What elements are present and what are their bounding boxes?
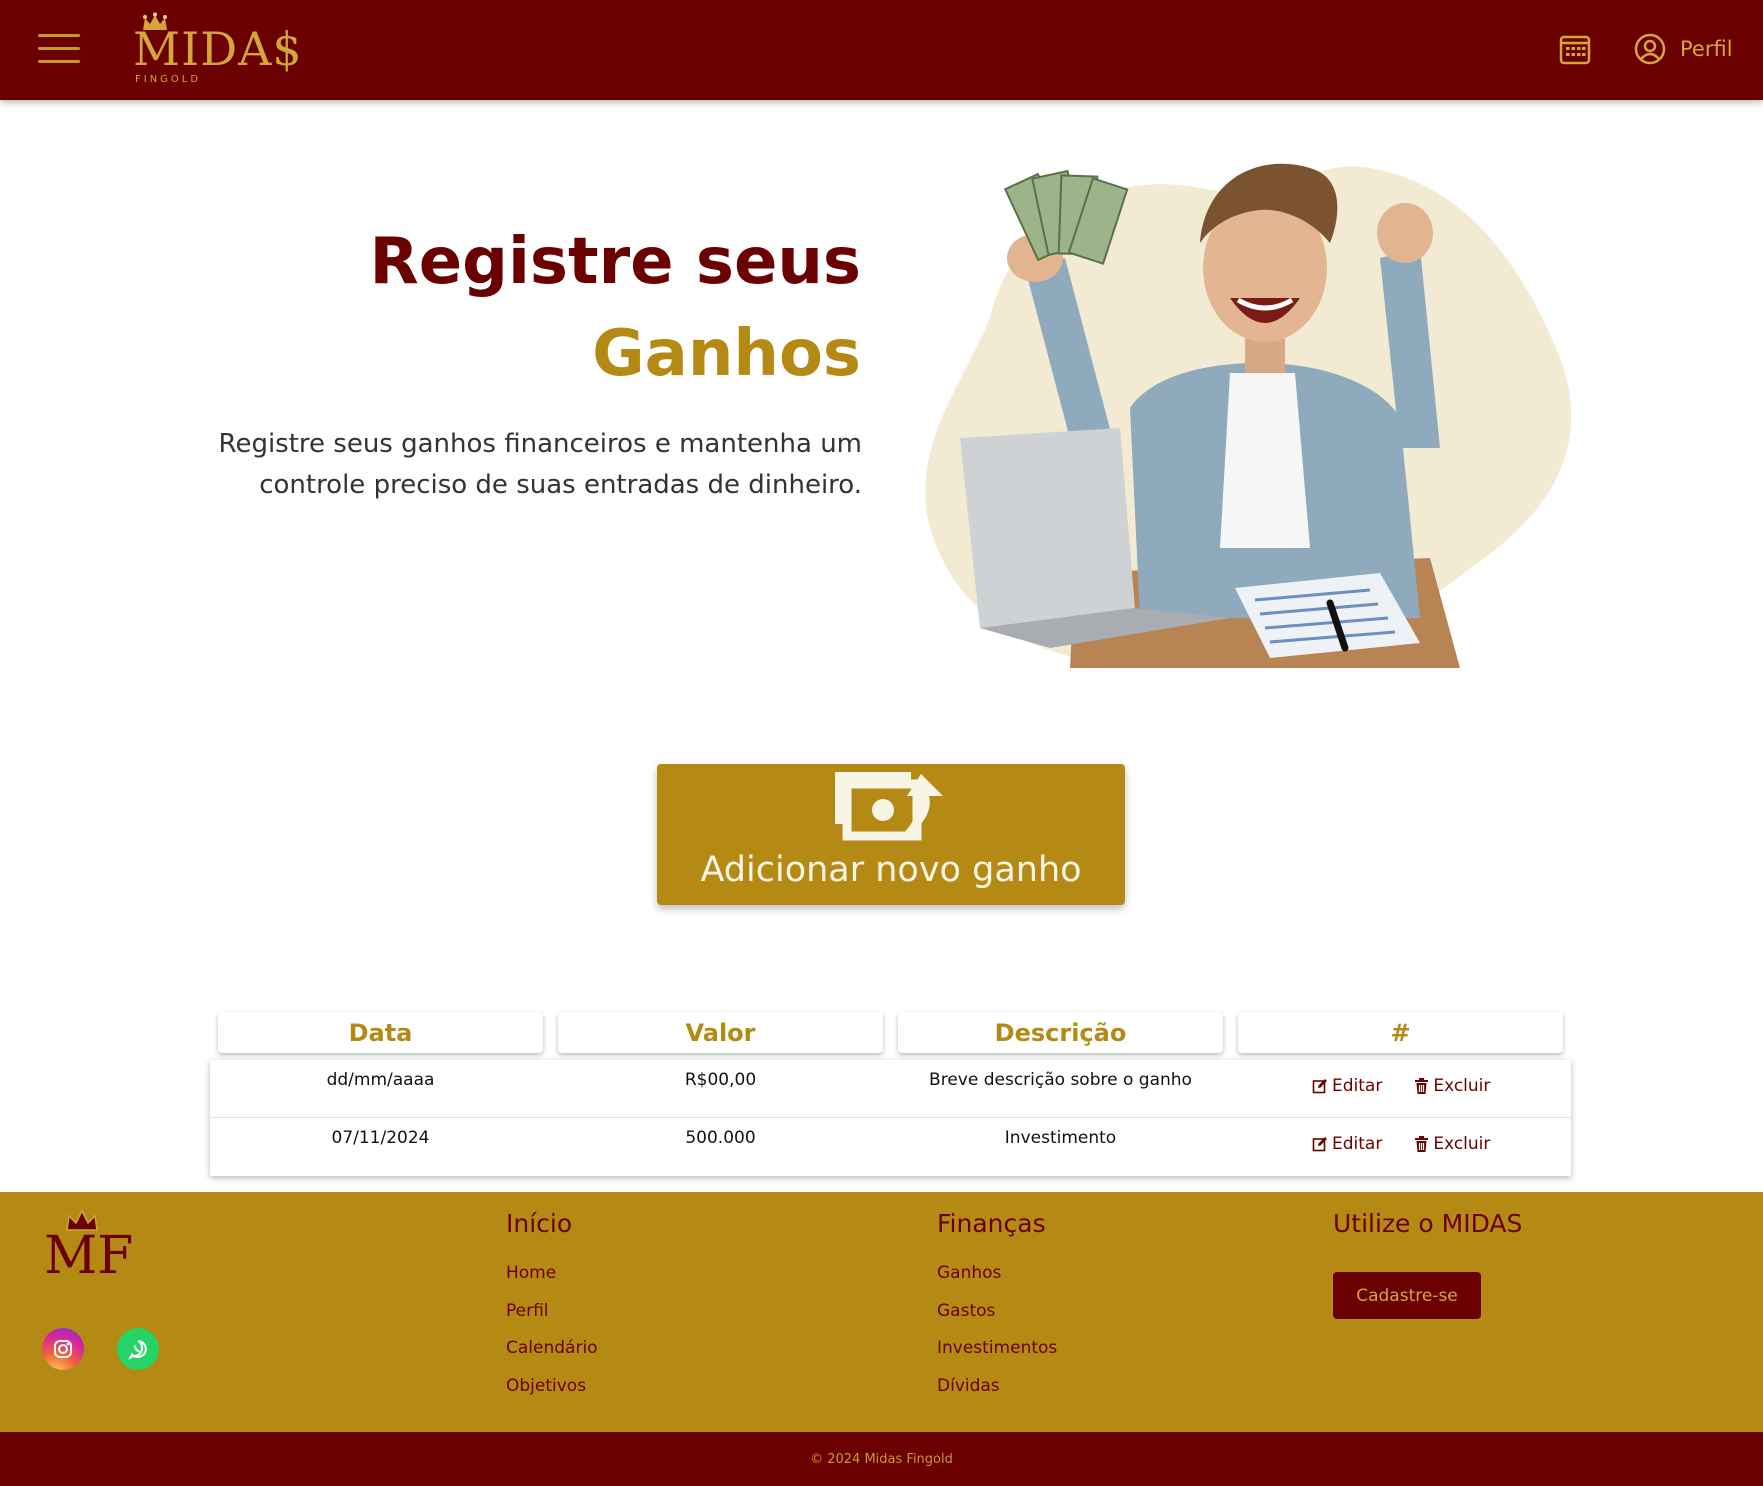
edit-label: Editar: [1332, 1076, 1383, 1096]
income-table: dd/mm/aaaa R$00,00 Breve descrição sobre…: [210, 1060, 1571, 1176]
title-line-1: Registre seus: [369, 225, 861, 299]
cell-date: dd/mm/aaaa: [326, 1070, 435, 1090]
whatsapp-icon[interactable]: [117, 1328, 159, 1370]
column-header-value: Valor: [558, 1012, 883, 1053]
page-title: Registre seus Ganhos: [369, 216, 861, 400]
column-header-actions: #: [1238, 1012, 1563, 1053]
footer-link-perfil[interactable]: Perfil: [506, 1301, 549, 1321]
column-header-description: Descrição: [898, 1012, 1223, 1053]
footer-link-dividas[interactable]: Dívidas: [937, 1376, 1000, 1396]
footer-link-gastos[interactable]: Gastos: [937, 1301, 995, 1321]
footer-link-home[interactable]: Home: [506, 1263, 556, 1283]
top-navbar: MIDA$ FINGOLD Perfil: [0, 0, 1763, 100]
delete-button[interactable]: Excluir: [1414, 1076, 1490, 1096]
title-line-2: Ganhos: [592, 317, 861, 391]
cell-date: 07/11/2024: [331, 1128, 430, 1148]
mf-logo-text: MF: [44, 1226, 134, 1286]
edit-icon: [1312, 1137, 1327, 1152]
trash-icon: [1415, 1136, 1429, 1152]
cell-description: Breve descrição sobre o ganho: [929, 1070, 1192, 1090]
delete-button[interactable]: Excluir: [1414, 1134, 1490, 1154]
signup-button[interactable]: Cadastre-se: [1333, 1272, 1481, 1319]
cell-value: 500.000: [685, 1128, 756, 1148]
edit-label: Editar: [1332, 1134, 1383, 1154]
footer-col-title-inicio: Início: [506, 1209, 573, 1238]
delete-label: Excluir: [1433, 1134, 1491, 1154]
edit-button[interactable]: Editar: [1312, 1076, 1382, 1096]
footer-link-investimentos[interactable]: Investimentos: [937, 1338, 1057, 1358]
footer-link-objetivos[interactable]: Objetivos: [506, 1376, 586, 1396]
table-row: 07/11/2024 500.000 Investimento Editar E…: [210, 1117, 1571, 1174]
edit-button[interactable]: Editar: [1312, 1134, 1382, 1154]
midas-logo[interactable]: MIDA$ FINGOLD: [133, 8, 303, 88]
footer-link-calendario[interactable]: Calendário: [506, 1338, 598, 1358]
footer-col-title-utilize: Utilize o MIDAS: [1333, 1209, 1523, 1238]
footer-col-title-financas: Finanças: [937, 1209, 1046, 1238]
cell-value: R$00,00: [684, 1070, 757, 1090]
logo-subtitle: FINGOLD: [135, 74, 202, 85]
user-circle-icon: [1634, 33, 1666, 65]
profile-label: Perfil: [1680, 37, 1733, 61]
happy-man-with-money-illustration: [925, 163, 1572, 668]
add-income-label: Adicionar novo ganho: [700, 850, 1082, 890]
cell-description: Investimento: [1004, 1128, 1117, 1148]
trash-icon: [1415, 1078, 1429, 1094]
footer: MF Início Home Perfil Calendário Objetiv…: [0, 1192, 1763, 1432]
copyright-text: © 2024 Midas Fingold: [810, 1451, 953, 1467]
hamburger-menu-icon[interactable]: [38, 32, 80, 66]
table-row: dd/mm/aaaa R$00,00 Breve descrição sobre…: [210, 1060, 1571, 1117]
calendar-icon[interactable]: [1558, 32, 1592, 66]
instagram-icon[interactable]: [42, 1328, 84, 1370]
column-header-date: Data: [218, 1012, 543, 1053]
profile-button[interactable]: Perfil: [1634, 29, 1733, 69]
delete-label: Excluir: [1433, 1076, 1491, 1096]
add-income-button[interactable]: Adicionar novo ganho: [657, 764, 1125, 905]
copyright-bar: © 2024 Midas Fingold: [0, 1432, 1763, 1486]
hero-description: Registre seus ganhos financeiros e mante…: [218, 429, 862, 500]
logo-wordmark: MIDA$: [133, 22, 303, 76]
money-exchange-icon: [835, 772, 943, 841]
edit-icon: [1312, 1079, 1327, 1094]
footer-link-ganhos[interactable]: Ganhos: [937, 1263, 1001, 1283]
mf-logo[interactable]: MF: [40, 1208, 133, 1288]
